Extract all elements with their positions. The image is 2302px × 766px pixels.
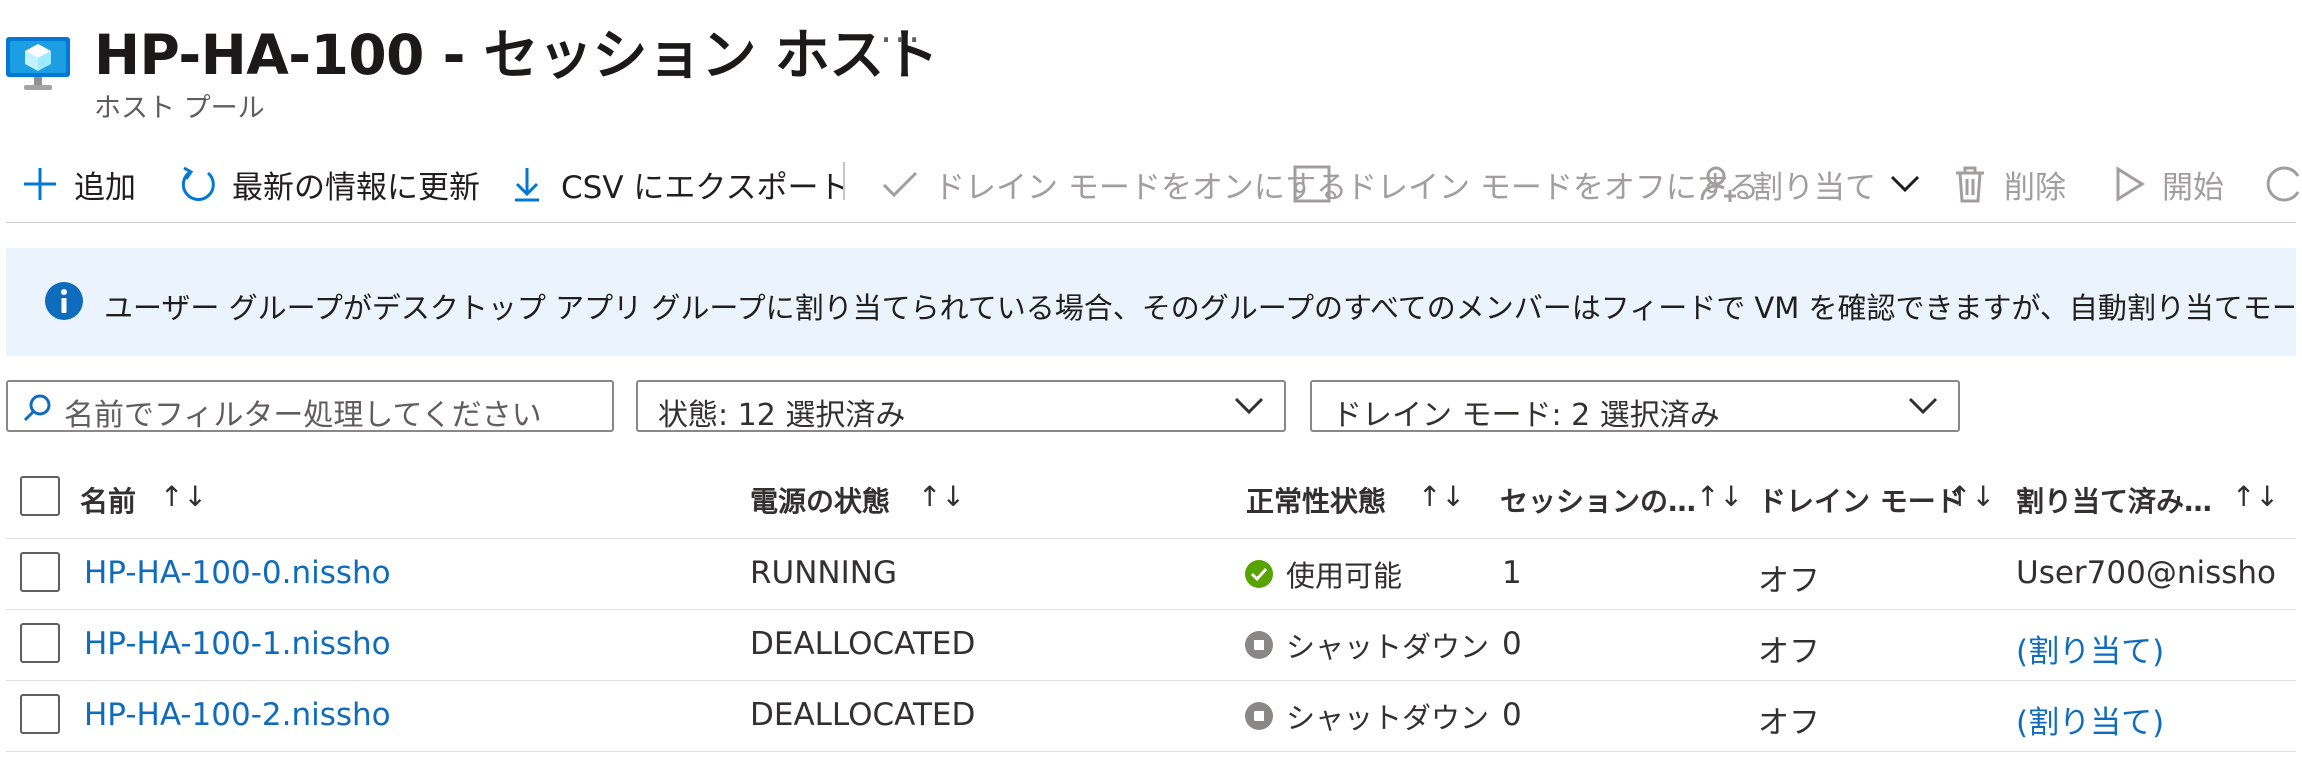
delete-label: 削除	[2004, 169, 2066, 206]
assign-user-link[interactable]: (割り当て)	[2016, 697, 2164, 742]
sort-assigned-icon[interactable]: ↑↓	[2232, 480, 2279, 513]
select-all-checkbox[interactable]	[20, 476, 60, 516]
power-state: DEALLOCATED	[750, 697, 976, 733]
sort-drain-icon[interactable]: ↑↓	[1948, 480, 1995, 513]
drain-mode: オフ	[1758, 563, 1820, 599]
drain-mode: オフ	[1758, 634, 1820, 670]
state-filter-value: 状態: 12 選択済み	[658, 398, 906, 433]
refresh-label: 最新の情報に更新	[232, 169, 480, 206]
power-state: DEALLOCATED	[750, 626, 976, 662]
page-title: HP-HA-100 - セッション ホスト	[94, 23, 939, 87]
column-header-name[interactable]: 名前	[80, 480, 136, 520]
add-button[interactable]: 追加	[20, 160, 136, 208]
column-header-power[interactable]: 電源の状態	[750, 480, 890, 520]
chevron-down-icon	[1234, 397, 1264, 415]
name-filter-input[interactable]: 名前でフィルター処理してください	[6, 380, 614, 433]
export-csv-label: CSV にエクスポート	[561, 169, 850, 206]
health-status-label: 使用可能	[1286, 559, 1403, 593]
delete-button[interactable]: 削除	[1950, 160, 2066, 208]
session-count: 1	[1502, 555, 1522, 591]
assign-user-link[interactable]: (割り当て)	[2016, 626, 2164, 671]
download-icon	[515, 168, 539, 202]
command-bar: 追加 最新の情報に更新 CSV にエクスポート ドレイン モードをオンにする ド…	[0, 160, 2302, 208]
host-pool-icon	[6, 37, 70, 90]
row-checkbox[interactable]	[20, 623, 60, 663]
table-row[interactable]: HP-HA-100-2.nissho DEALLOCATED シャットダウン 0…	[0, 681, 2302, 751]
add-label: 追加	[74, 169, 136, 206]
session-host-link[interactable]: HP-HA-100-0.nissho	[84, 555, 392, 591]
info-icon	[45, 282, 83, 320]
shutdown-stop-icon	[1245, 702, 1273, 730]
checkmark-icon	[882, 171, 918, 198]
shutdown-stop-icon	[1245, 631, 1273, 659]
refresh-icon	[181, 166, 215, 201]
table-row[interactable]: HP-HA-100-1.nissho DEALLOCATED シャットダウン 0…	[0, 610, 2302, 680]
plus-icon	[24, 168, 56, 200]
sort-sessions-icon[interactable]: ↑↓	[1696, 480, 1743, 513]
health-status: シャットダウン	[1244, 695, 1489, 737]
column-header-drain[interactable]: ドレイン モード	[1758, 480, 1964, 520]
session-host-link[interactable]: HP-HA-100-1.nissho	[84, 626, 392, 662]
chevron-down-icon	[1908, 397, 1938, 415]
toolbar-divider	[6, 222, 2296, 223]
assign-button[interactable]: 割り当て	[1698, 160, 1920, 208]
assigned-user: User700@nisshoh	[2016, 555, 2276, 591]
drain-on-label: ドレイン モードをオンにする	[934, 169, 1348, 206]
column-header-assigned[interactable]: 割り当て済み…	[2016, 480, 2212, 520]
available-check-icon	[1245, 560, 1273, 588]
column-header-health[interactable]: 正常性状態	[1246, 480, 1386, 520]
toolbar-separator	[843, 162, 845, 200]
start-label: 開始	[2162, 169, 2224, 206]
checkbox-empty-icon	[1293, 165, 1331, 203]
sort-health-icon[interactable]: ↑↓	[1418, 480, 1465, 513]
drain-mode-filter-dropdown[interactable]: ドレイン モード: 2 選択済み	[1310, 380, 1960, 433]
chevron-down-icon	[1890, 175, 1920, 193]
sort-power-icon[interactable]: ↑↓	[918, 480, 965, 513]
page-subtitle: ホスト プール	[94, 93, 265, 124]
table-row[interactable]: HP-HA-100-0.nissho RUNNING 使用可能 1 オフ Use…	[0, 539, 2302, 609]
more-options-button[interactable]: ···	[880, 18, 922, 62]
state-filter-dropdown[interactable]: 状態: 12 選択済み	[636, 380, 1286, 433]
table-header: 名前 ↑↓ 電源の状態 ↑↓ 正常性状態 ↑↓ セッションの… ↑↓ ドレイン …	[0, 462, 2302, 532]
row-divider	[6, 751, 2296, 752]
power-state: RUNNING	[750, 555, 897, 591]
export-csv-button[interactable]: CSV にエクスポート	[507, 160, 849, 208]
session-host-link[interactable]: HP-HA-100-2.nissho	[84, 697, 392, 733]
session-count: 0	[1502, 697, 1522, 733]
row-checkbox[interactable]	[20, 552, 60, 592]
session-hosts-page: HP-HA-100 - セッション ホスト ··· ホスト プール 追加 最新の…	[0, 0, 2302, 766]
restart-icon	[2266, 166, 2300, 202]
drain-on-button[interactable]: ドレイン モードをオンにする	[880, 160, 1347, 208]
play-icon	[2116, 166, 2145, 202]
name-filter-placeholder: 名前でフィルター処理してください	[64, 398, 542, 433]
restart-button[interactable]	[2264, 160, 2302, 208]
column-header-sessions[interactable]: セッションの…	[1500, 480, 1696, 520]
refresh-button[interactable]: 最新の情報に更新	[178, 160, 480, 208]
row-checkbox[interactable]	[20, 694, 60, 734]
drain-mode-filter-value: ドレイン モード: 2 選択済み	[1332, 398, 1720, 433]
start-button[interactable]: 開始	[2108, 160, 2224, 208]
sort-name-icon[interactable]: ↑↓	[160, 480, 207, 513]
session-count: 0	[1502, 626, 1522, 662]
info-banner-text: ユーザー グループがデスクトップ アプリ グループに割り当てられている場合、その…	[104, 291, 2294, 325]
trash-icon	[1956, 166, 1984, 203]
person-add-icon	[1700, 166, 1736, 202]
health-status-label: シャットダウン	[1286, 701, 1490, 735]
health-status: シャットダウン	[1244, 624, 1489, 666]
drain-off-button[interactable]: ドレイン モードをオフにする	[1292, 160, 1759, 208]
health-status: 使用可能	[1244, 553, 1402, 595]
search-icon	[23, 394, 51, 422]
info-banner: ユーザー グループがデスクトップ アプリ グループに割り当てられている場合、その…	[6, 248, 2296, 356]
health-status-label: シャットダウン	[1286, 630, 1490, 664]
assign-label: 割り当て	[1752, 169, 1876, 206]
drain-mode: オフ	[1758, 705, 1820, 741]
